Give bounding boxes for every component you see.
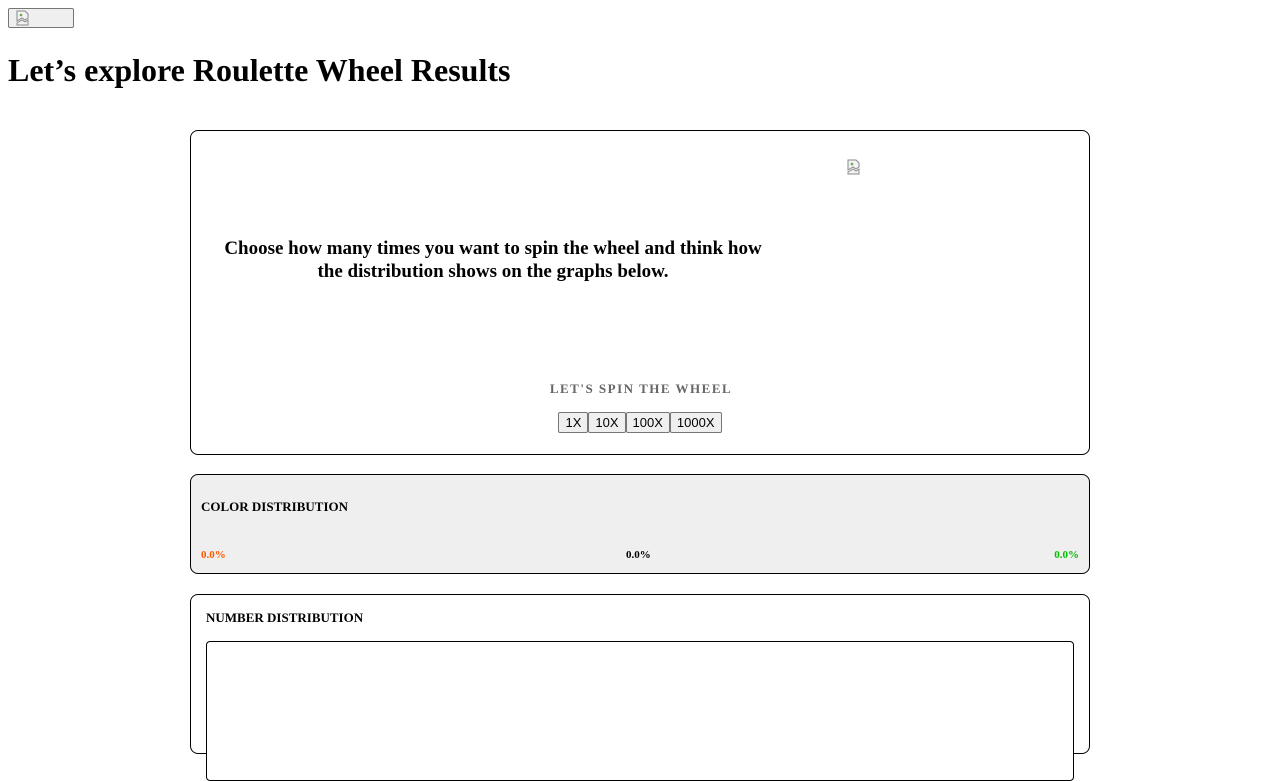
spin-10x-button[interactable]: 10X — [588, 412, 626, 433]
spin-label: LET'S SPIN THE WHEEL — [549, 381, 733, 396]
number-distribution-chart — [206, 641, 1074, 781]
black-percentage: 0.0% — [626, 549, 651, 561]
color-distribution-panel: COLOR DISTRIBUTION 0.0% 0.0% 0.0% — [190, 474, 1090, 574]
spin-1x-button[interactable]: 1X — [558, 412, 589, 433]
number-distribution-panel: NUMBER DISTRIBUTION — [190, 594, 1090, 781]
color-distribution-title: COLOR DISTRIBUTION — [201, 499, 349, 514]
spin-100x-button[interactable]: 100X — [625, 412, 670, 433]
broken-image-icon — [15, 10, 31, 26]
top-image-button[interactable] — [8, 8, 74, 28]
red-percentage: 0.0% — [201, 549, 226, 561]
number-distribution-title: NUMBER DISTRIBUTION — [206, 610, 364, 625]
spin-1000x-button[interactable]: 1000X — [669, 412, 722, 433]
spin-button-group: 1X 10X 100X 1000X — [191, 412, 1089, 433]
roulette-wheel-image — [846, 159, 862, 175]
spin-panel: Choose how many times you want to spin t… — [190, 130, 1090, 455]
page-title: Let’s explore Roulette Wheel Results — [8, 52, 511, 88]
green-percentage: 0.0% — [1054, 549, 1079, 561]
spin-instructions: Choose how many times you want to spin t… — [224, 238, 762, 282]
